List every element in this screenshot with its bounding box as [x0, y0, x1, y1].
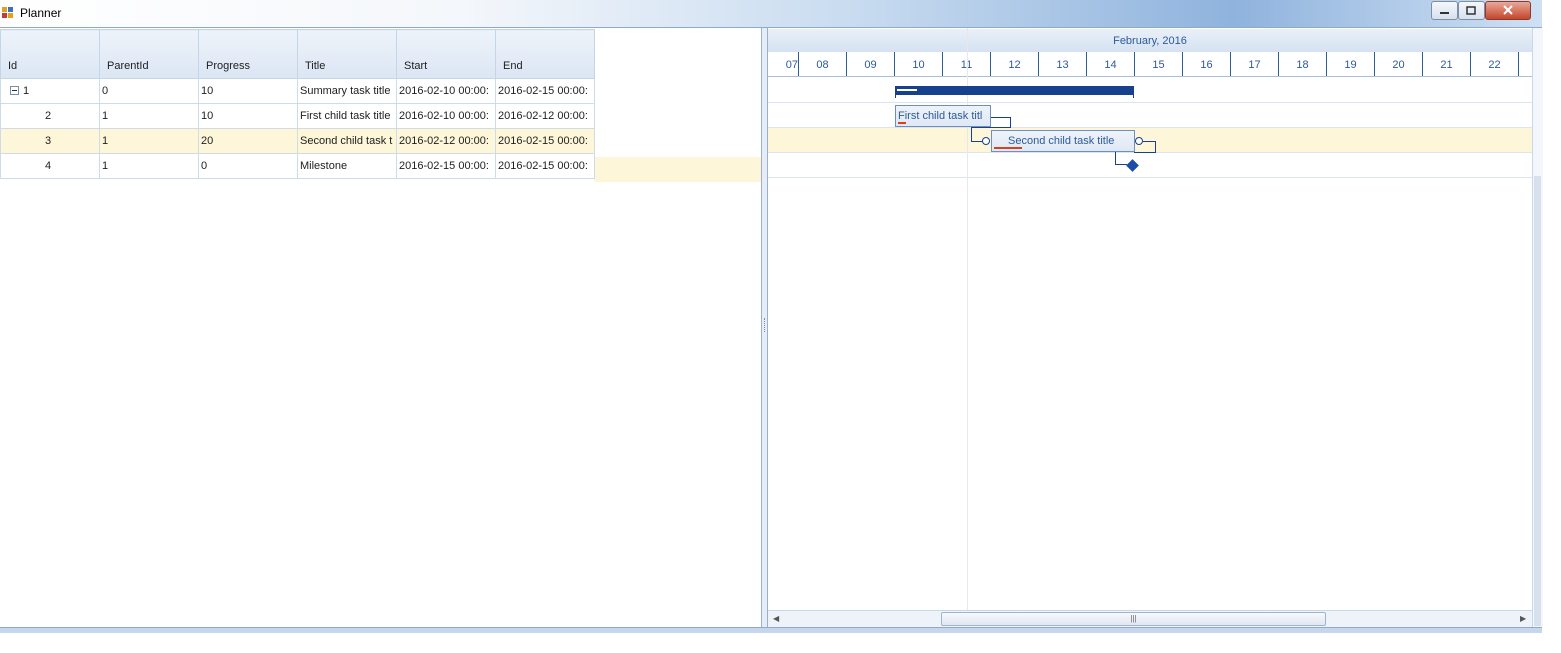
row-id: 3 [45, 135, 52, 147]
gantt-chart[interactable]: February, 2016 07 08 09 10 11 12 13 14 1… [768, 28, 1532, 627]
dependency-connector [1143, 141, 1155, 142]
scrollbar-thumb[interactable]: ||| [941, 612, 1326, 626]
close-icon [1503, 5, 1513, 15]
dependency-connector [971, 127, 972, 142]
timeline-day: 13 [1039, 52, 1087, 76]
column-header-end[interactable]: End [495, 29, 595, 79]
gantt-row [768, 103, 1532, 128]
timeline-month-header: February, 2016 [768, 29, 1532, 53]
task-bar-label: Second child task title [1008, 135, 1115, 147]
task-table: Id ParentId Progress Title Start End 1 0… [0, 29, 595, 179]
cell-progress[interactable]: 10 [198, 78, 298, 104]
summary-progress-indicator [897, 89, 917, 91]
timeline-day: 07 [768, 52, 799, 76]
summary-task-bar[interactable] [895, 86, 1134, 98]
cell-progress[interactable]: 0 [198, 153, 298, 179]
cell-parentid[interactable]: 1 [99, 153, 199, 179]
timeline-day: 21 [1423, 52, 1471, 76]
column-header-id[interactable]: Id [0, 29, 100, 79]
timeline-day: 20 [1375, 52, 1423, 76]
cell-parentid[interactable]: 1 [99, 103, 199, 129]
selected-row-extension [594, 157, 761, 182]
vertical-scrollbar-thumb[interactable] [1534, 176, 1541, 626]
cell-id[interactable]: 1 [0, 78, 100, 104]
cell-start[interactable]: 2016-02-12 00:00: [396, 128, 496, 154]
timeline-day: 16 [1183, 52, 1231, 76]
dependency-connector [990, 117, 1011, 118]
scroll-right-icon[interactable]: ▶ [1520, 614, 1526, 623]
minimize-button[interactable] [1431, 1, 1458, 20]
link-start-handle-icon[interactable] [982, 137, 990, 145]
cell-end[interactable]: 2016-02-12 00:00: [495, 103, 595, 129]
timeline-days-header: 07 08 09 10 11 12 13 14 15 16 17 18 19 2… [768, 52, 1532, 77]
cell-start[interactable]: 2016-02-10 00:00: [396, 78, 496, 104]
scroll-left-icon[interactable]: ◀ [773, 614, 779, 623]
timeline-day: 17 [1231, 52, 1279, 76]
timeline-day: 19 [1327, 52, 1375, 76]
timeline-day: 12 [991, 52, 1039, 76]
title-bar[interactable]: Planner [0, 0, 1542, 27]
timeline-day: 09 [847, 52, 895, 76]
close-button[interactable] [1485, 1, 1531, 20]
row-id: 2 [45, 110, 52, 122]
table-row[interactable]: 4 1 0 Milestone 2016-02-15 00:00: 2016-0… [0, 153, 595, 179]
gantt-row [768, 78, 1532, 103]
cell-title[interactable]: Milestone [297, 153, 397, 179]
task-grid: Id ParentId Progress Title Start End 1 0… [0, 28, 761, 627]
dependency-connector [1134, 152, 1156, 153]
second-child-task-bar[interactable]: Second child task title [991, 130, 1135, 152]
cell-progress[interactable]: 10 [198, 103, 298, 129]
cell-end[interactable]: 2016-02-15 00:00: [495, 128, 595, 154]
collapse-icon[interactable] [10, 86, 19, 95]
cell-start[interactable]: 2016-02-10 00:00: [396, 103, 496, 129]
vertical-scrollbar[interactable] [1532, 28, 1543, 627]
pane-splitter[interactable] [761, 28, 768, 627]
timeline-day: 10 [895, 52, 943, 76]
timeline-day: 08 [799, 52, 847, 76]
horizontal-scrollbar[interactable]: ◀ ||| ▶ [768, 610, 1532, 627]
task-progress-indicator [994, 147, 1022, 149]
cell-id[interactable]: 2 [0, 103, 100, 129]
restore-icon [1466, 6, 1476, 15]
link-end-handle-icon[interactable] [1135, 137, 1143, 145]
planner-window: Planner Id ParentId Progress Title Start… [0, 0, 1543, 633]
task-progress-indicator [898, 122, 906, 124]
timeline-day: 14 [1087, 52, 1135, 76]
row-id: 1 [23, 85, 30, 97]
cell-end[interactable]: 2016-02-15 00:00: [495, 153, 595, 179]
minimize-icon [1440, 12, 1449, 14]
cell-title[interactable]: Summary task title [297, 78, 397, 104]
timeline-day: 18 [1279, 52, 1327, 76]
maximize-button[interactable] [1458, 1, 1485, 20]
cell-title[interactable]: First child task title [297, 103, 397, 129]
cell-progress[interactable]: 20 [198, 128, 298, 154]
cell-title[interactable]: Second child task t [297, 128, 397, 154]
column-header-title[interactable]: Title [297, 29, 397, 79]
timeline-day: 22 [1471, 52, 1519, 76]
cell-end[interactable]: 2016-02-15 00:00: [495, 78, 595, 104]
cell-parentid[interactable]: 1 [99, 128, 199, 154]
dependency-connector [971, 127, 1011, 128]
task-bar-label: First child task titl [898, 110, 983, 122]
row-id: 4 [45, 160, 52, 172]
cell-id[interactable]: 3 [0, 128, 100, 154]
cell-id[interactable]: 4 [0, 153, 100, 179]
table-row-selected[interactable]: 3 1 20 Second child task t 2016-02-12 00… [0, 128, 595, 154]
app-icon [2, 7, 13, 18]
cell-start[interactable]: 2016-02-15 00:00: [396, 153, 496, 179]
first-child-task-bar[interactable]: First child task titl [895, 105, 991, 127]
gantt-row [768, 153, 1532, 178]
column-header-parentid[interactable]: ParentId [99, 29, 199, 79]
window-title: Planner [20, 6, 62, 20]
column-header-start[interactable]: Start [396, 29, 496, 79]
cell-parentid[interactable]: 0 [99, 78, 199, 104]
header-row: Id ParentId Progress Title Start End [0, 29, 595, 79]
table-row[interactable]: 2 1 10 First child task title 2016-02-10… [0, 103, 595, 129]
table-row[interactable]: 1 0 10 Summary task title 2016-02-10 00:… [0, 78, 595, 104]
timeline-day: 15 [1135, 52, 1183, 76]
splitter-grip-icon [764, 318, 766, 332]
column-header-progress[interactable]: Progress [198, 29, 298, 79]
window-bottom-border [0, 627, 1542, 633]
